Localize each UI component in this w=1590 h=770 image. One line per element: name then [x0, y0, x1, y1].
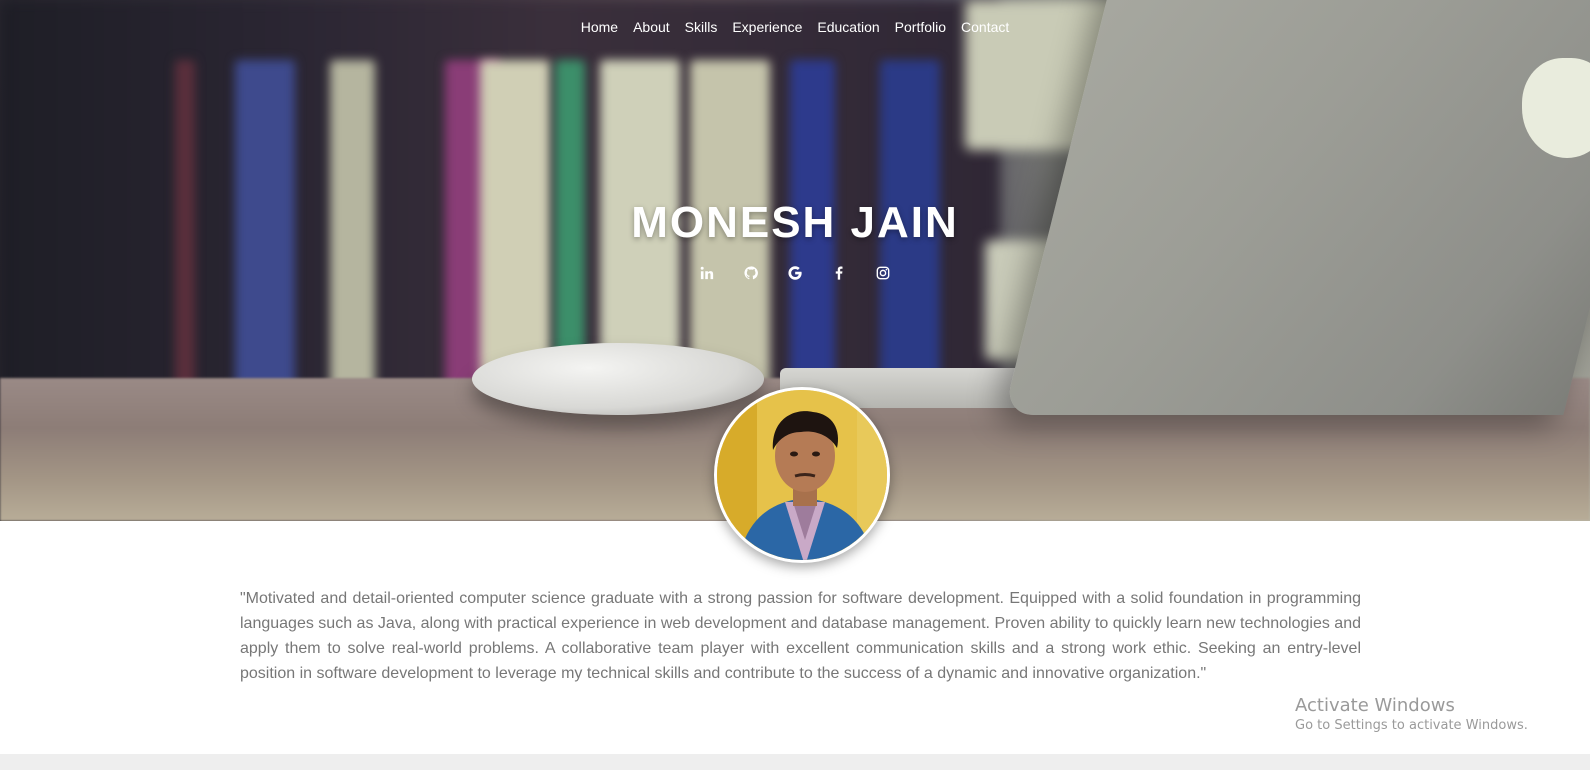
nav-contact[interactable]: Contact	[961, 19, 1009, 35]
nav-skills[interactable]: Skills	[685, 19, 718, 35]
profile-avatar	[714, 387, 890, 563]
profile-photo	[717, 390, 887, 560]
facebook-icon[interactable]	[830, 264, 848, 282]
nav-about[interactable]: About	[633, 19, 670, 35]
google-icon[interactable]	[786, 264, 804, 282]
main-nav: Home About Skills Experience Education P…	[0, 19, 1590, 35]
social-links	[0, 264, 1590, 282]
nav-portfolio[interactable]: Portfolio	[895, 19, 946, 35]
hero-name: MONESH JAIN	[631, 198, 959, 247]
nav-education[interactable]: Education	[817, 19, 879, 35]
linkedin-icon[interactable]	[698, 264, 716, 282]
watermark-subtitle: Go to Settings to activate Windows.	[1295, 718, 1528, 733]
instagram-icon[interactable]	[874, 264, 892, 282]
nav-experience[interactable]: Experience	[732, 19, 802, 35]
footer-bar	[0, 754, 1590, 770]
nav-home[interactable]: Home	[581, 19, 618, 35]
watermark-title: Activate Windows	[1295, 695, 1455, 716]
about-summary: "Motivated and detail-oriented computer …	[240, 590, 1361, 682]
github-icon[interactable]	[742, 264, 760, 282]
windows-activation-watermark: Activate Windows Go to Settings to activ…	[1295, 695, 1528, 733]
computer-mouse	[472, 343, 764, 415]
